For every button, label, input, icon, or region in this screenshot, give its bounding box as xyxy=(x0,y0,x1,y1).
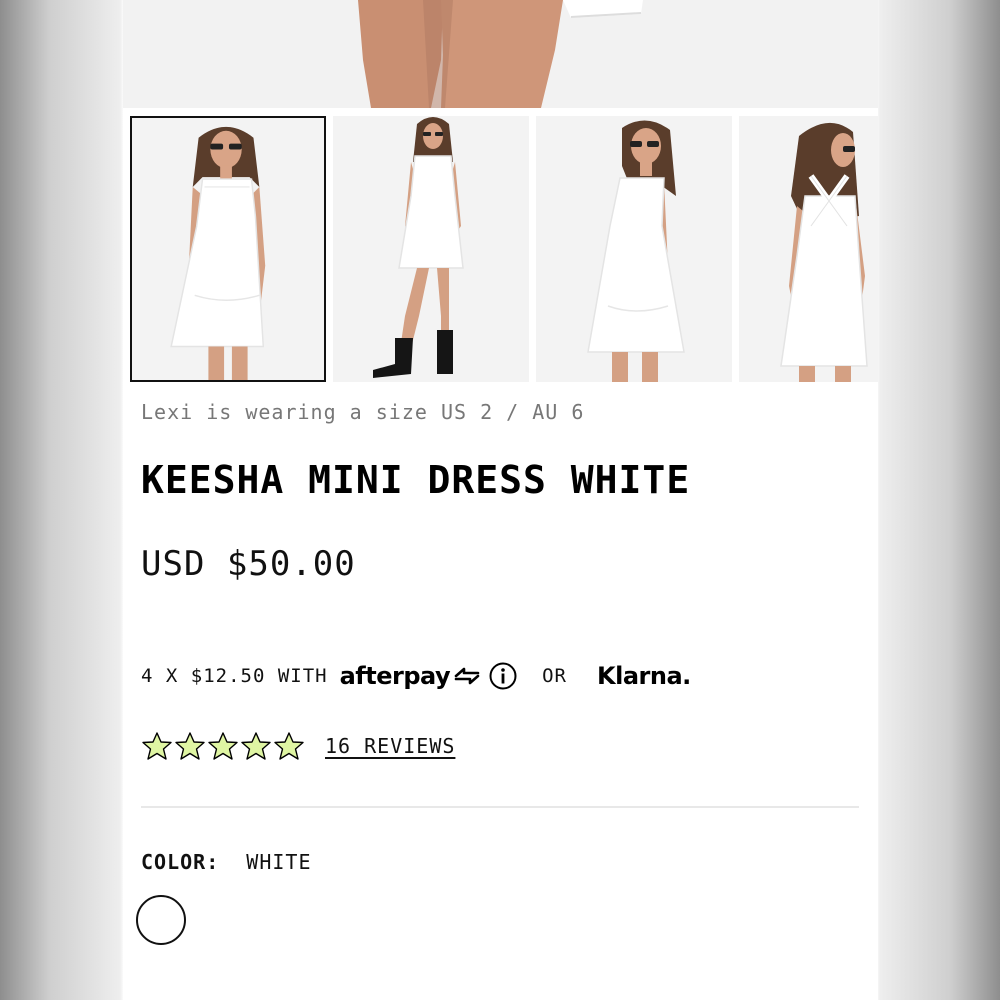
color-swatch-white[interactable] xyxy=(136,895,186,945)
reviews-link[interactable]: 16 REVIEWS xyxy=(325,734,455,758)
payment-options: 4 X $12.50 WITH afterpay OR Klarna. xyxy=(141,656,691,696)
product-price: USD $50.00 xyxy=(141,544,356,584)
hero-product-image[interactable] xyxy=(123,0,878,108)
or-text: OR xyxy=(542,665,567,687)
thumbnail-3[interactable] xyxy=(536,116,732,382)
section-divider xyxy=(141,806,859,808)
afterpay-logo[interactable]: afterpay xyxy=(340,662,451,690)
info-icon[interactable] xyxy=(488,661,518,691)
color-label: COLOR: xyxy=(141,850,220,874)
star-rating[interactable] xyxy=(141,731,305,761)
model-size-caption: Lexi is wearing a size US 2 / AU 6 xyxy=(141,400,585,424)
rating-row: 16 REVIEWS xyxy=(141,728,455,764)
thumbnail-2[interactable] xyxy=(333,116,529,382)
thumbnail-1[interactable] xyxy=(130,116,326,382)
installments-text: 4 X $12.50 WITH xyxy=(141,665,328,687)
afterpay-arrows-icon xyxy=(452,665,482,687)
thumbnail-gallery xyxy=(130,116,878,382)
product-title: KEESHA MINI DRESS WHITE xyxy=(141,458,691,502)
star-icon xyxy=(207,731,239,761)
star-icon xyxy=(141,731,173,761)
product-page: Lexi is wearing a size US 2 / AU 6 KEESH… xyxy=(123,0,878,1000)
klarna-logo[interactable]: Klarna. xyxy=(597,662,691,690)
star-icon xyxy=(273,731,305,761)
color-value: WHITE xyxy=(246,850,312,874)
color-selector-label: COLOR: WHITE xyxy=(141,850,312,874)
thumbnail-4[interactable] xyxy=(739,116,878,382)
star-icon xyxy=(240,731,272,761)
star-icon xyxy=(174,731,206,761)
